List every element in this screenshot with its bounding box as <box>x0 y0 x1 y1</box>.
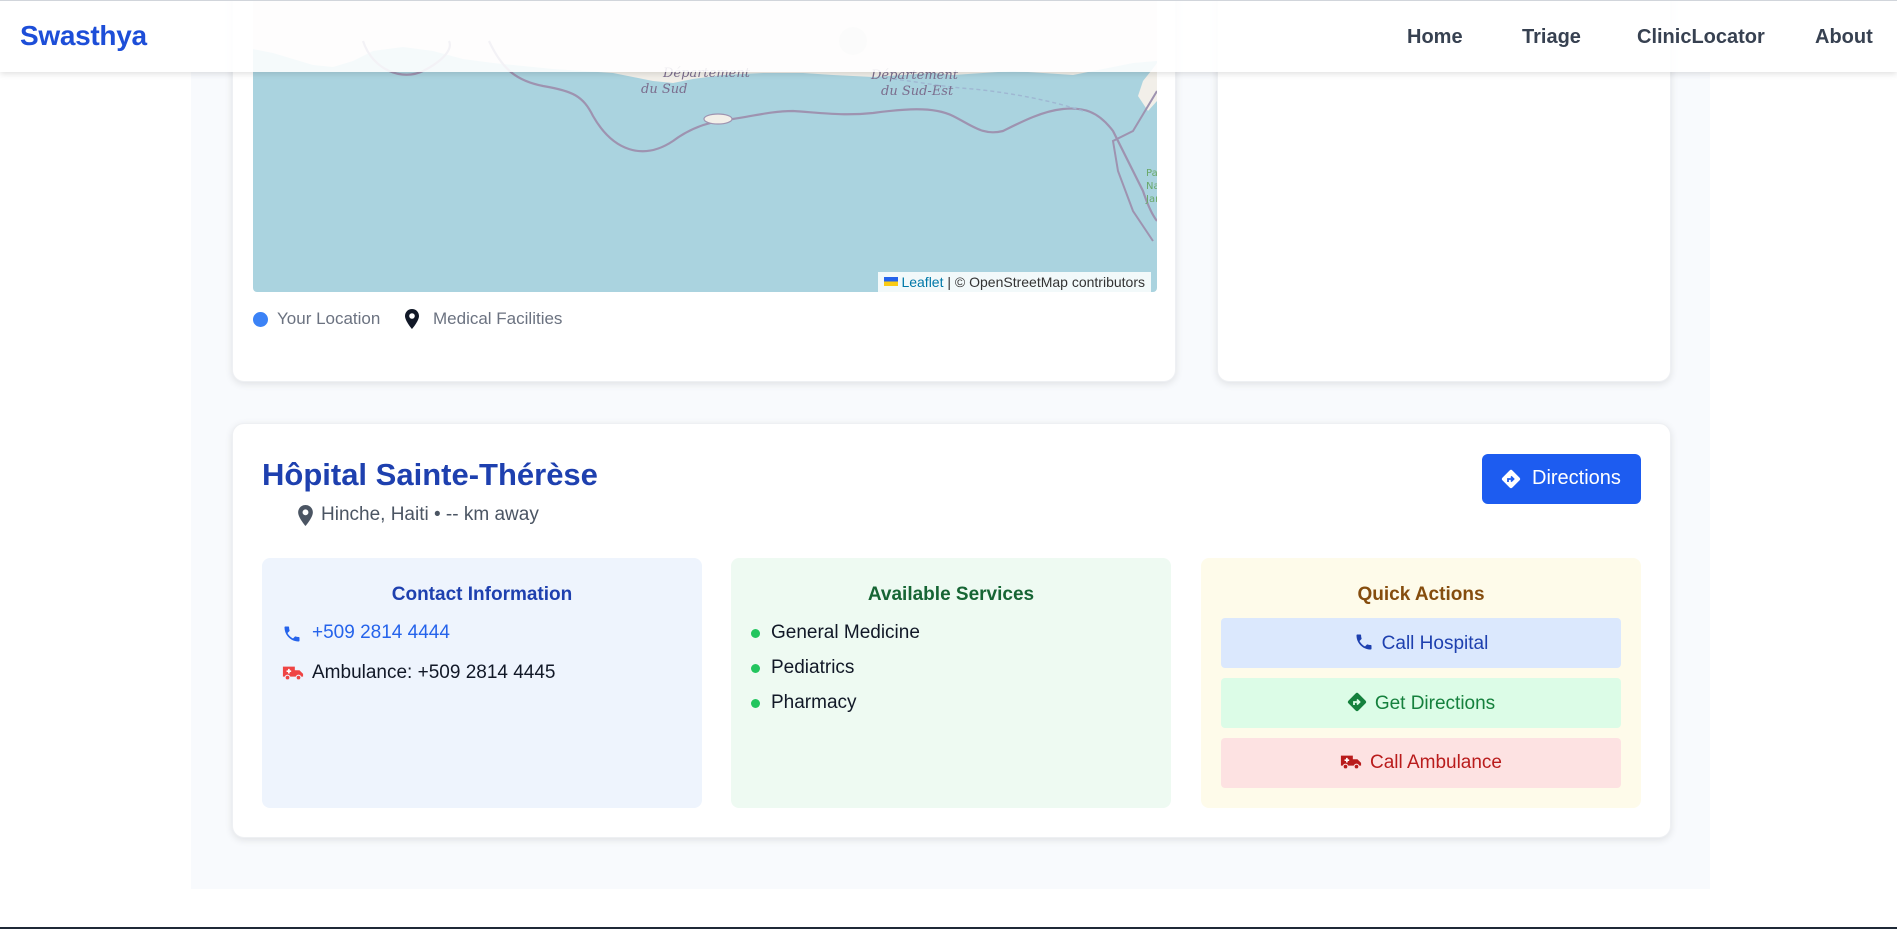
attribution-text: | © OpenStreetMap contributors <box>947 274 1145 290</box>
service-label: General Medicine <box>771 622 920 643</box>
get-directions-button[interactable]: Get Directions <box>1221 678 1621 728</box>
svg-text:Pa: Pa <box>1146 168 1157 179</box>
service-label: Pharmacy <box>771 692 857 713</box>
nav-triage[interactable]: Triage <box>1522 26 1581 49</box>
phone-number-link[interactable]: +509 2814 4444 <box>312 622 450 644</box>
directions-icon <box>1501 469 1521 495</box>
services-title: Available Services <box>867 584 1035 605</box>
map-attribution: Leaflet | © OpenStreetMap contributors <box>878 272 1151 292</box>
contact-title: Contact Information <box>391 584 573 605</box>
nav-home[interactable]: Home <box>1407 26 1463 49</box>
directions-label: Directions <box>1532 467 1621 489</box>
call-hospital-button[interactable]: Call Hospital <box>1221 618 1621 668</box>
legend-medical-facilities: Medical Facilities <box>433 309 563 328</box>
contact-panel: Contact Information +509 2814 4444 Ambul… <box>262 558 702 808</box>
services-panel: Available Services General Medicine Pedi… <box>731 558 1171 808</box>
ambulance-number: Ambulance: +509 2814 4445 <box>312 662 556 683</box>
ambulance-icon <box>282 664 304 688</box>
svg-text:Na: Na <box>1146 181 1157 192</box>
navbar: Swasthya Home Triage ClinicLocator About <box>0 0 1897 72</box>
call-ambulance-label: Call Ambulance <box>1369 752 1503 773</box>
brand-logo[interactable]: Swasthya <box>20 20 147 52</box>
legend-your-location: Your Location <box>277 309 381 328</box>
bullet-dot-icon <box>751 699 760 708</box>
service-label: Pediatrics <box>771 657 855 678</box>
map-label-sud-est-2: du Sud-Est <box>881 84 954 99</box>
location-pin-icon <box>298 505 313 531</box>
phone-icon <box>1356 634 1372 650</box>
ambulance-icon <box>1340 755 1362 770</box>
leaflet-link[interactable]: Leaflet <box>901 274 943 290</box>
bullet-dot-icon <box>751 629 760 638</box>
map-pin-icon <box>405 309 419 334</box>
ukraine-flag-icon <box>884 277 899 286</box>
hospital-location: Hinche, Haiti • -- km away <box>321 504 539 525</box>
call-hospital-label: Call Hospital <box>1381 633 1489 654</box>
your-location-dot-icon <box>253 312 268 327</box>
bullet-dot-icon <box>751 664 760 673</box>
directions-button[interactable]: Directions <box>1482 454 1641 504</box>
get-directions-label: Get Directions <box>1374 693 1496 714</box>
nav-clinic-locator[interactable]: ClinicLocator <box>1637 26 1765 49</box>
svg-text:Jar: Jar <box>1145 194 1157 205</box>
quick-actions-title: Quick Actions <box>1357 584 1485 605</box>
nav-about[interactable]: About <box>1815 26 1873 49</box>
hospital-card: Hôpital Sainte-Thérèse Hinche, Haiti • -… <box>232 423 1671 838</box>
directions-icon <box>1347 692 1366 712</box>
call-ambulance-button[interactable]: Call Ambulance <box>1221 738 1621 788</box>
phone-icon <box>282 624 302 650</box>
map-label-sud-2: du Sud <box>641 82 687 97</box>
quick-actions-panel: Quick Actions Call Hospital Get Directio… <box>1201 558 1641 808</box>
hospital-name: Hôpital Sainte-Thérèse <box>262 457 598 492</box>
